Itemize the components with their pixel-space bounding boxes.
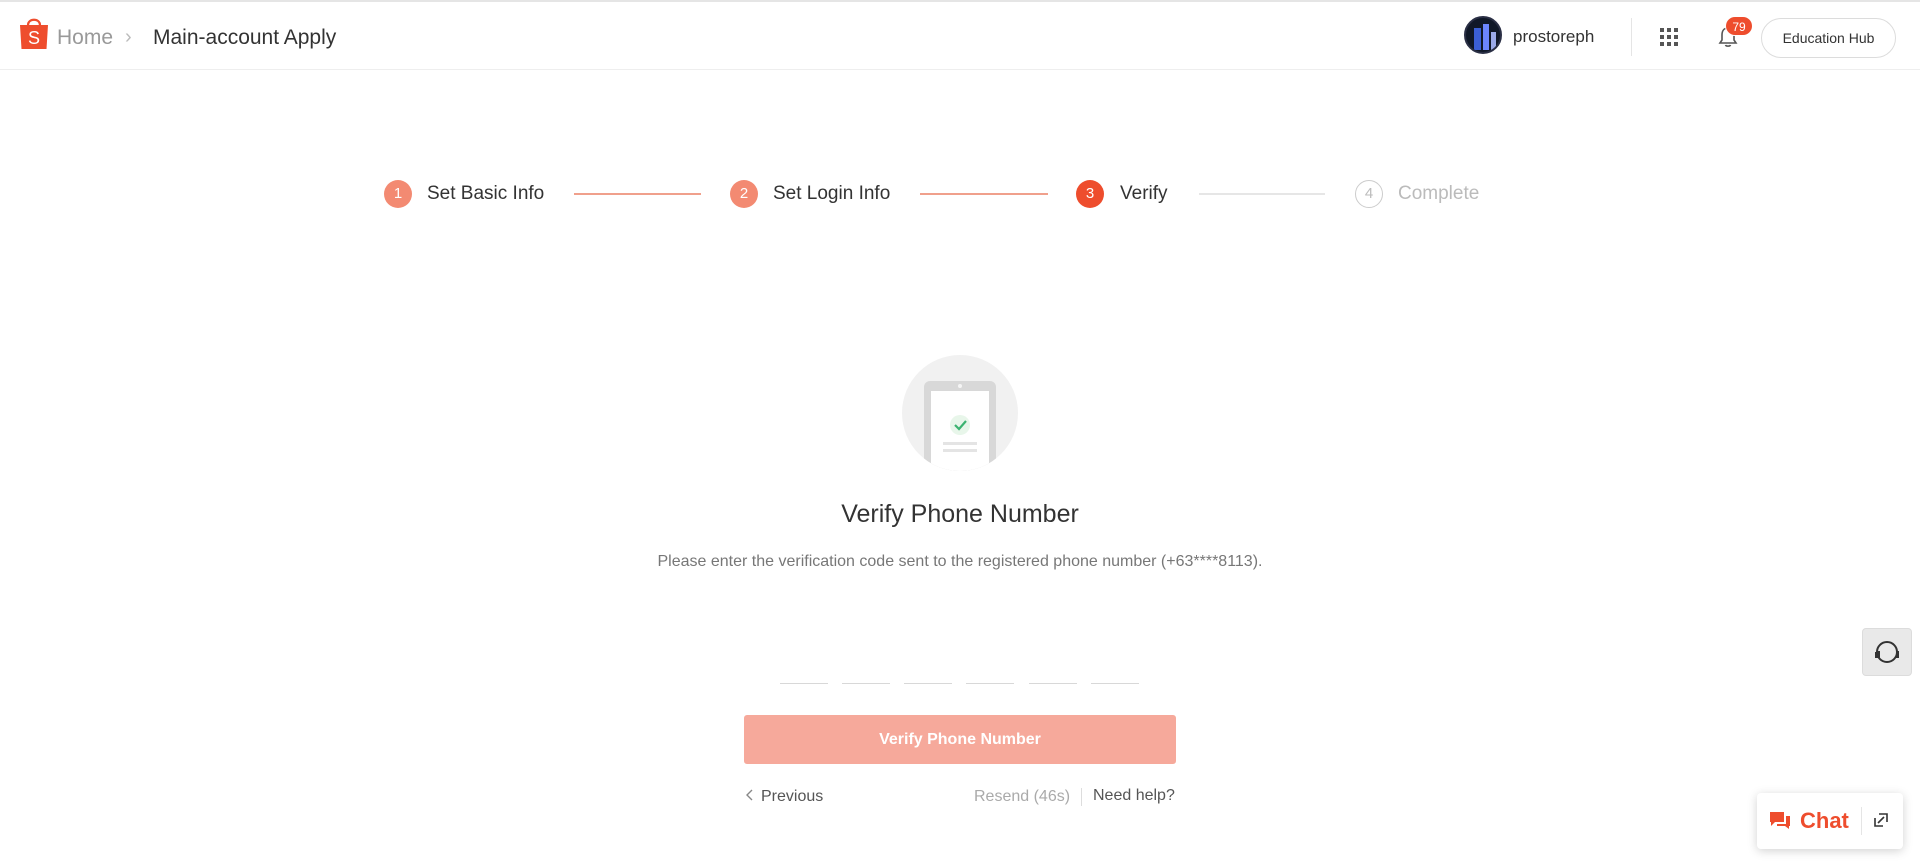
verify-title: Verify Phone Number	[841, 500, 1079, 528]
previous-label: Previous	[761, 788, 824, 805]
step-connector-3	[1199, 193, 1325, 195]
step-3-number: 3	[1076, 180, 1104, 208]
code-digit-5[interactable]	[1029, 640, 1077, 684]
link-divider	[1081, 788, 1082, 806]
chat-widget: Chat	[1757, 793, 1903, 849]
step-2-label: Set Login Info	[773, 183, 891, 204]
resend-countdown[interactable]: Resend (46s)	[974, 788, 1070, 806]
notification-badge: 79	[1725, 16, 1753, 36]
step-4-number: 4	[1355, 180, 1383, 208]
header-divider	[1631, 18, 1632, 56]
breadcrumb-separator-icon: ›	[125, 26, 132, 48]
step-4-label: Complete	[1398, 183, 1480, 204]
header: S Home › Main-account Apply prostoreph 7…	[0, 2, 1920, 70]
username[interactable]: prostoreph	[1513, 27, 1594, 47]
breadcrumb-home[interactable]: Home	[57, 26, 113, 50]
step-3-label: Verify	[1120, 183, 1168, 204]
expand-icon[interactable]	[1872, 811, 1890, 829]
need-help-link[interactable]: Need help?	[1093, 787, 1175, 805]
code-digit-4[interactable]	[966, 640, 1014, 684]
avatar[interactable]	[1464, 16, 1502, 54]
apps-grid-icon[interactable]	[1659, 27, 1679, 47]
phone-check-icon	[924, 381, 996, 471]
step-1-label: Set Basic Info	[427, 183, 545, 204]
svg-text:S: S	[28, 28, 40, 48]
chat-button[interactable]: Chat	[1800, 808, 1849, 834]
step-connector-1	[574, 193, 701, 195]
step-connector-2	[920, 193, 1048, 195]
phone-verify-illustration	[902, 355, 1018, 471]
code-digit-1[interactable]	[780, 640, 828, 684]
code-digit-3[interactable]	[904, 640, 952, 684]
verify-phone-button[interactable]: Verify Phone Number	[744, 715, 1176, 764]
education-hub-button[interactable]: Education Hub	[1761, 18, 1896, 58]
step-2-number: 2	[730, 180, 758, 208]
verify-description: Please enter the verification code sent …	[657, 553, 1263, 570]
previous-link[interactable]: Previous	[745, 788, 823, 806]
customer-support-button[interactable]	[1862, 628, 1912, 676]
chat-bubble-icon[interactable]	[1769, 810, 1791, 830]
chat-divider	[1861, 807, 1862, 835]
shopee-bag-icon[interactable]: S	[19, 14, 49, 50]
step-1-number: 1	[384, 180, 412, 208]
headset-icon	[1875, 641, 1899, 663]
code-digit-6[interactable]	[1091, 640, 1139, 684]
code-digit-2[interactable]	[842, 640, 890, 684]
chevron-left-icon	[746, 789, 753, 801]
page-title: Main-account Apply	[153, 26, 337, 49]
